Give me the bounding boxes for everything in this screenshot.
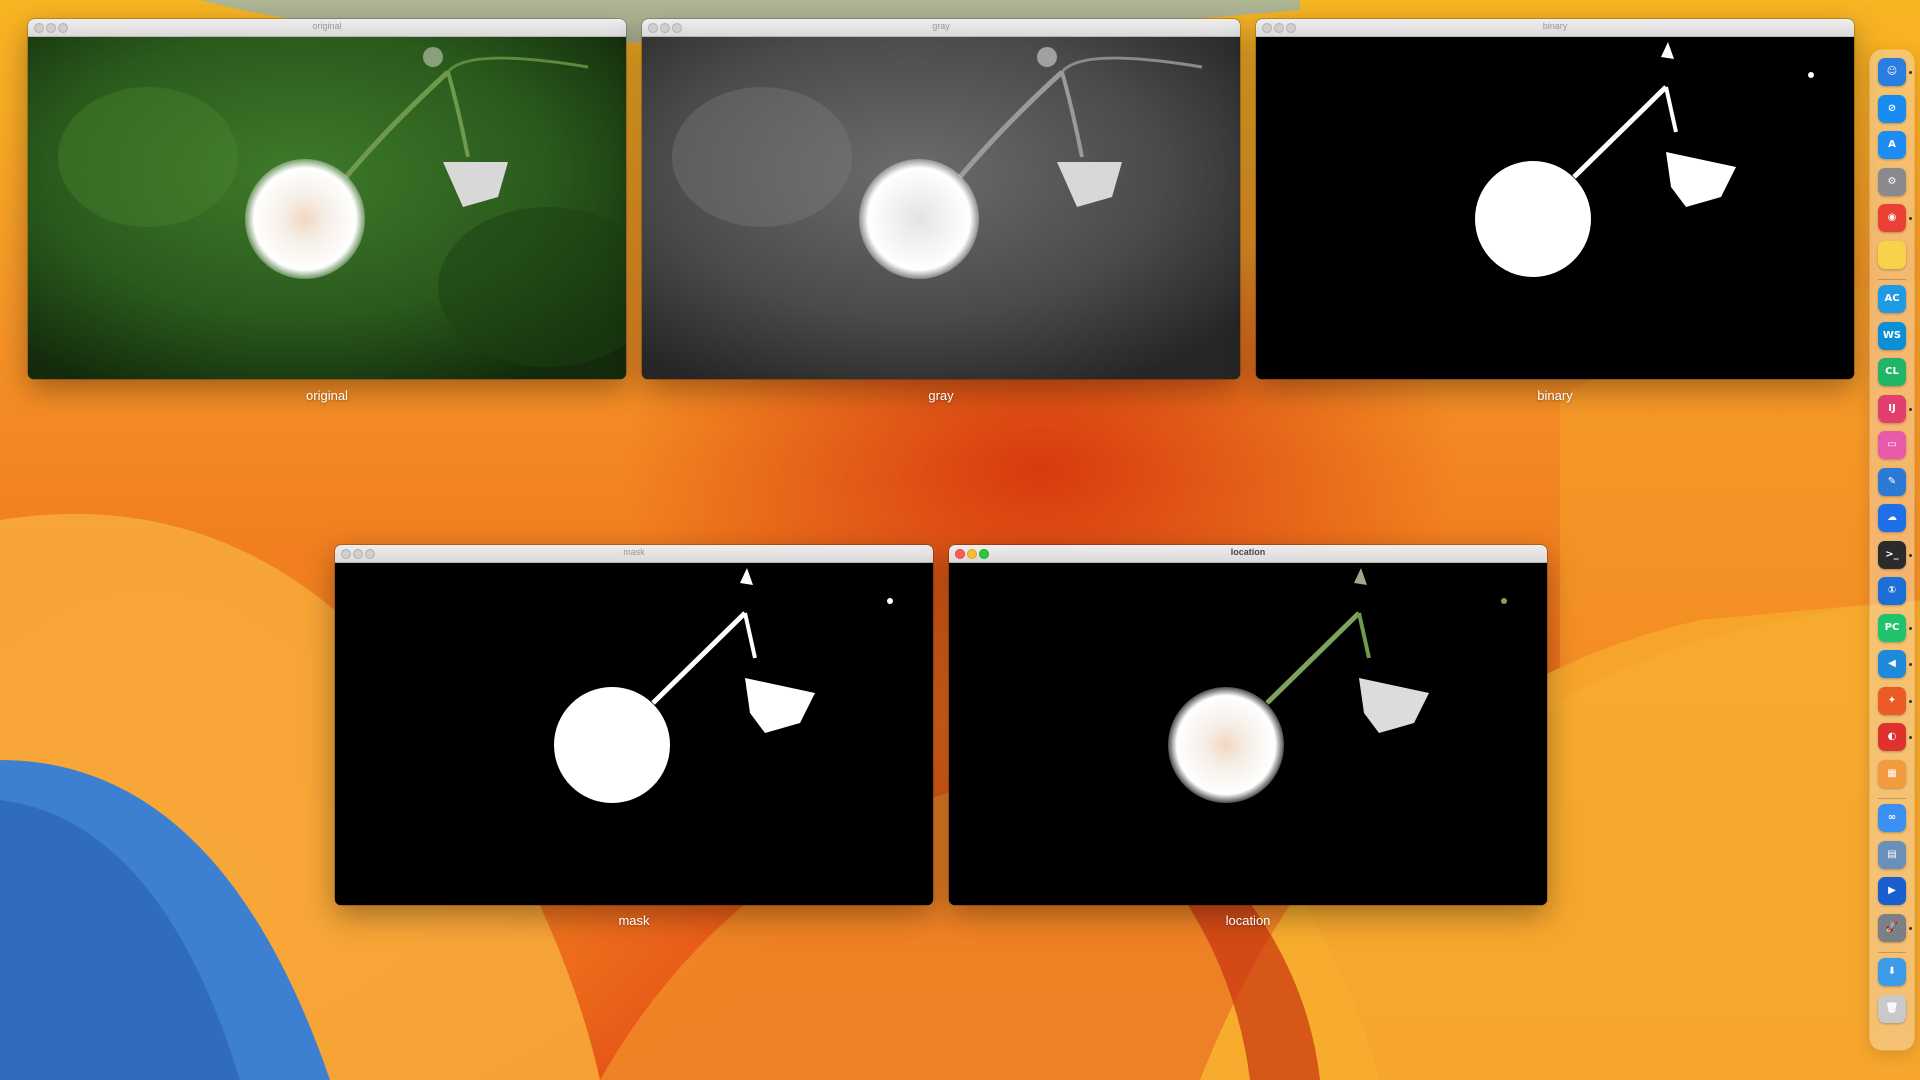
window-title: mask	[623, 547, 645, 557]
window-title: gray	[932, 21, 950, 31]
dock-separator	[1878, 279, 1906, 280]
vscode-icon[interactable]: ◀	[1878, 650, 1906, 678]
running-indicator	[1909, 407, 1912, 411]
title-bar[interactable]: mask	[335, 545, 933, 563]
window-title: binary	[1542, 21, 1568, 31]
intellij-icon[interactable]: IJ	[1878, 394, 1906, 423]
dock-separator	[1878, 798, 1906, 799]
rocket-icon[interactable]: 🚀	[1878, 913, 1906, 942]
running-indicator	[1909, 663, 1912, 666]
title-bar[interactable]: gray	[642, 19, 1240, 37]
running-indicator	[1909, 217, 1912, 220]
window-original[interactable]: original	[28, 19, 626, 379]
image-mask	[335, 563, 933, 905]
window-caption-binary: binary	[1537, 388, 1573, 403]
notes-icon[interactable]	[1878, 240, 1906, 269]
running-indicator	[1909, 736, 1912, 739]
window-location[interactable]: location	[949, 545, 1547, 905]
running-indicator	[1909, 553, 1912, 557]
terminal-icon[interactable]: >_	[1878, 540, 1906, 569]
app-store-icon[interactable]: A	[1878, 131, 1906, 159]
title-bar[interactable]: original	[28, 19, 626, 37]
firefox-icon[interactable]: ✦	[1878, 686, 1906, 715]
safari-icon[interactable]: ⊘	[1878, 94, 1906, 123]
finder-icon[interactable]: ☺	[1878, 58, 1906, 86]
image-binary	[1256, 37, 1854, 379]
window-gray[interactable]: gray	[642, 19, 1240, 379]
system-settings-icon[interactable]: ⚙	[1878, 167, 1906, 196]
recorder-icon[interactable]: ◐	[1878, 723, 1906, 751]
running-indicator	[1909, 699, 1912, 703]
paw-icon[interactable]: ▭	[1878, 431, 1906, 459]
dock-separator	[1878, 952, 1906, 953]
window-mask[interactable]: mask	[335, 545, 933, 905]
pycharm-icon[interactable]: PC	[1878, 613, 1906, 642]
infuse-icon[interactable]: ▶	[1878, 877, 1906, 905]
appcode-icon[interactable]: AC	[1878, 285, 1906, 313]
title-bar[interactable]: location	[949, 545, 1547, 563]
window-title: original	[312, 21, 342, 31]
window-binary[interactable]: binary	[1256, 19, 1854, 379]
running-indicator	[1909, 626, 1912, 630]
webstorm-icon[interactable]: WS	[1878, 321, 1906, 350]
image-location	[949, 563, 1547, 905]
downloads-folder-icon[interactable]: ⬇	[1878, 958, 1906, 986]
image-gray	[642, 37, 1240, 379]
xcode-icon[interactable]: ✎	[1878, 467, 1906, 496]
chrome-icon[interactable]: ◉	[1878, 204, 1906, 232]
window-caption-mask: mask	[618, 913, 650, 928]
window-caption-location: location	[1225, 913, 1271, 928]
preview-icon[interactable]: ▤	[1878, 840, 1906, 869]
title-bar[interactable]: binary	[1256, 19, 1854, 37]
dock: ☺ ⊘ A ⚙ ◉ AC WS CL IJ ▭ ✎ ☁ >_ ① PC ◀ ✦ ◐ ▦ ∞ ▤ ▶ 🚀 ⬇ 🗑	[1870, 50, 1914, 1050]
running-indicator	[1909, 926, 1912, 930]
window-caption-original: original	[306, 388, 348, 403]
1password-icon[interactable]: ①	[1878, 577, 1906, 605]
window-title: location	[1230, 547, 1266, 557]
baidu-netdisk-icon[interactable]: ∞	[1878, 804, 1906, 832]
trash-icon[interactable]: 🗑	[1878, 994, 1906, 1023]
clion-icon[interactable]: CL	[1878, 358, 1906, 386]
cloud-icon[interactable]: ☁	[1878, 504, 1906, 532]
running-indicator	[1909, 71, 1912, 74]
launchpad-icon[interactable]: ▦	[1878, 759, 1906, 788]
window-caption-gray: gray	[928, 388, 954, 403]
image-original	[28, 37, 626, 379]
